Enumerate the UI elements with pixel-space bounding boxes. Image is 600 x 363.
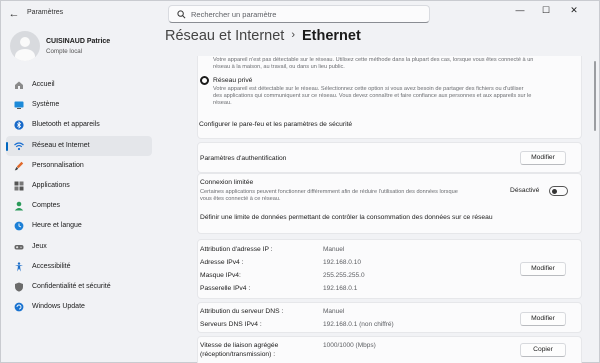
metered-connection-card: Connexion limitée Certaines applications… [197,173,582,234]
sidebar-item-accueil[interactable]: Accueil [6,75,152,95]
metered-connection-toggle[interactable] [549,186,568,196]
ipv4-mask-label: Masque IPv4: [200,272,241,279]
sidebar-item-confidentialite[interactable]: Confidentialité et sécurité [6,277,152,297]
firewall-settings-link[interactable]: Configurer le pare-feu et les paramètres… [199,121,352,128]
sidebar-item-label: Accessibilité [32,262,71,270]
ipv4-gateway-label: Passerelle IPv4 : [200,285,251,292]
globe-clock-icon [14,221,24,231]
update-icon [14,302,24,312]
minimize-icon[interactable]: — [508,3,532,17]
link-speed-card: Vitesse de liaison agrégée (réception/tr… [197,336,582,363]
brush-icon [14,161,24,171]
sidebar-item-systeme[interactable]: Système [6,95,152,115]
account-icon [14,201,24,211]
metered-desc-line2: vous êtes connecté à ce réseau. [200,196,281,202]
sidebar-item-label: Système [32,101,60,109]
private-network-desc-line1: Votre appareil est détectable sur le rés… [213,86,524,92]
private-network-label: Réseau privé [213,77,253,84]
dns-modify-button[interactable]: Modifier [520,312,566,326]
ipv4-gateway-value: 192.168.0.1 [323,285,358,292]
auth-settings-card: Paramètres d'authentification Modifier [197,142,582,173]
dns-servers-label: Serveurs DNS IPv4 : [200,321,262,328]
sidebar-item-label: Jeux [32,242,47,250]
search-placeholder: Rechercher un paramètre [191,10,277,19]
scrollbar[interactable] [594,61,596,131]
ipv4-address-value: 192.168.0.10 [323,259,361,266]
link-speed-label-line1: Vitesse de liaison agrégée [200,342,279,349]
sidebar-item-label: Réseau et Internet [32,141,90,149]
search-icon [177,10,186,19]
private-network-desc-line2: des applications qui communiquent sur ce… [213,93,532,99]
back-arrow-icon[interactable]: ← [7,7,21,21]
app-title: Paramètres [27,9,64,16]
sidebar-item-windows-update[interactable]: Windows Update [6,297,152,317]
dns-assignment-label: Attribution du serveur DNS : [200,308,284,315]
monitor-icon [14,101,24,110]
sidebar-item-applications[interactable]: Applications [6,176,152,196]
dns-assignment-value: Manuel [323,308,345,315]
avatar[interactable] [10,31,40,61]
accessibility-icon [15,262,23,272]
maximize-icon[interactable]: ☐ [534,3,558,17]
settings-window: ← Paramètres Rechercher un paramètre — ☐… [0,0,600,363]
title-bar: ← Paramètres Rechercher un paramètre — ☐… [1,1,600,27]
sidebar-item-personnalisation[interactable]: Personnalisation [6,156,152,176]
dns-settings-card: Attribution du serveur DNS : Manuel Serv… [197,302,582,333]
shield-icon [15,282,23,292]
ip-modify-button[interactable]: Modifier [520,262,566,276]
sidebar-item-jeux[interactable]: Jeux [6,237,152,257]
sidebar-item-label: Heure et langue [32,222,82,230]
public-network-desc-line1: Votre appareil n'est pas détectable sur … [213,57,534,63]
breadcrumb: Réseau et Internet › Ethernet [165,28,361,44]
copy-button[interactable]: Copier [520,343,566,357]
ipv4-address-label: Adresse IPv4 : [200,259,244,266]
sidebar-item-accessibilite[interactable]: Accessibilité [6,257,152,277]
public-network-desc-line2: réseau à la maison, au travail, ou dans … [213,64,345,70]
metered-desc-line1: Certaines applications peuvent fonctionn… [200,189,458,195]
close-icon[interactable]: ✕ [562,3,586,17]
chevron-right-icon: › [291,29,295,41]
wifi-icon [14,141,24,150]
home-icon [15,81,23,89]
network-profile-card: Votre appareil n'est pas détectable sur … [197,56,582,139]
profile-name: CUISINAUD Patrice [46,38,111,45]
ip-assignment-label: Attribution d'adresse IP : [200,246,273,253]
sidebar-item-label: Accueil [32,81,55,88]
auth-settings-label: Paramètres d'authentification [200,155,287,162]
private-network-radio[interactable] [200,76,209,85]
link-speed-value: 1000/1000 (Mbps) [323,342,376,349]
sidebar-item-label: Applications [32,181,70,189]
sidebar-item-bluetooth[interactable]: Bluetooth et appareils [6,115,152,135]
data-limit-link[interactable]: Définir une limite de données permettant… [200,214,493,221]
profile-account-type: Compte local [46,48,83,55]
sidebar-nav: Accueil Système Bluetooth et appareils R… [6,75,152,317]
ip-assignment-value: Manuel [323,246,345,253]
auth-modify-button[interactable]: Modifier [520,151,566,165]
sidebar-item-label: Confidentialité et sécurité [32,282,111,290]
metered-toggle-state: Désactivé [510,187,540,194]
sidebar-item-label: Comptes [32,202,61,210]
gamepad-icon [14,244,24,249]
sidebar-item-label: Personnalisation [32,161,84,169]
search-input[interactable]: Rechercher un paramètre [168,5,430,23]
sidebar-item-heure-langue[interactable]: Heure et langue [6,216,152,236]
page-title: Ethernet [301,28,361,44]
sidebar-item-reseau[interactable]: Réseau et Internet [6,135,152,156]
breadcrumb-parent[interactable]: Réseau et Internet [165,28,284,44]
metered-connection-label: Connexion limitée [200,179,254,186]
link-speed-label-line2: (réception/transmission) : [200,351,276,358]
ip-settings-card: Attribution d'adresse IP : Manuel Adress… [197,239,582,299]
private-network-desc-line3: réseau. [213,100,232,106]
bluetooth-icon [14,120,24,130]
ipv4-mask-value: 255.255.255.0 [323,272,365,279]
sidebar-item-label: Bluetooth et appareils [32,121,100,129]
sidebar-item-comptes[interactable]: Comptes [6,196,152,216]
sidebar-item-label: Windows Update [32,303,85,311]
apps-icon [14,181,24,191]
dns-servers-value: 192.168.0.1 (non chiffré) [323,321,394,328]
